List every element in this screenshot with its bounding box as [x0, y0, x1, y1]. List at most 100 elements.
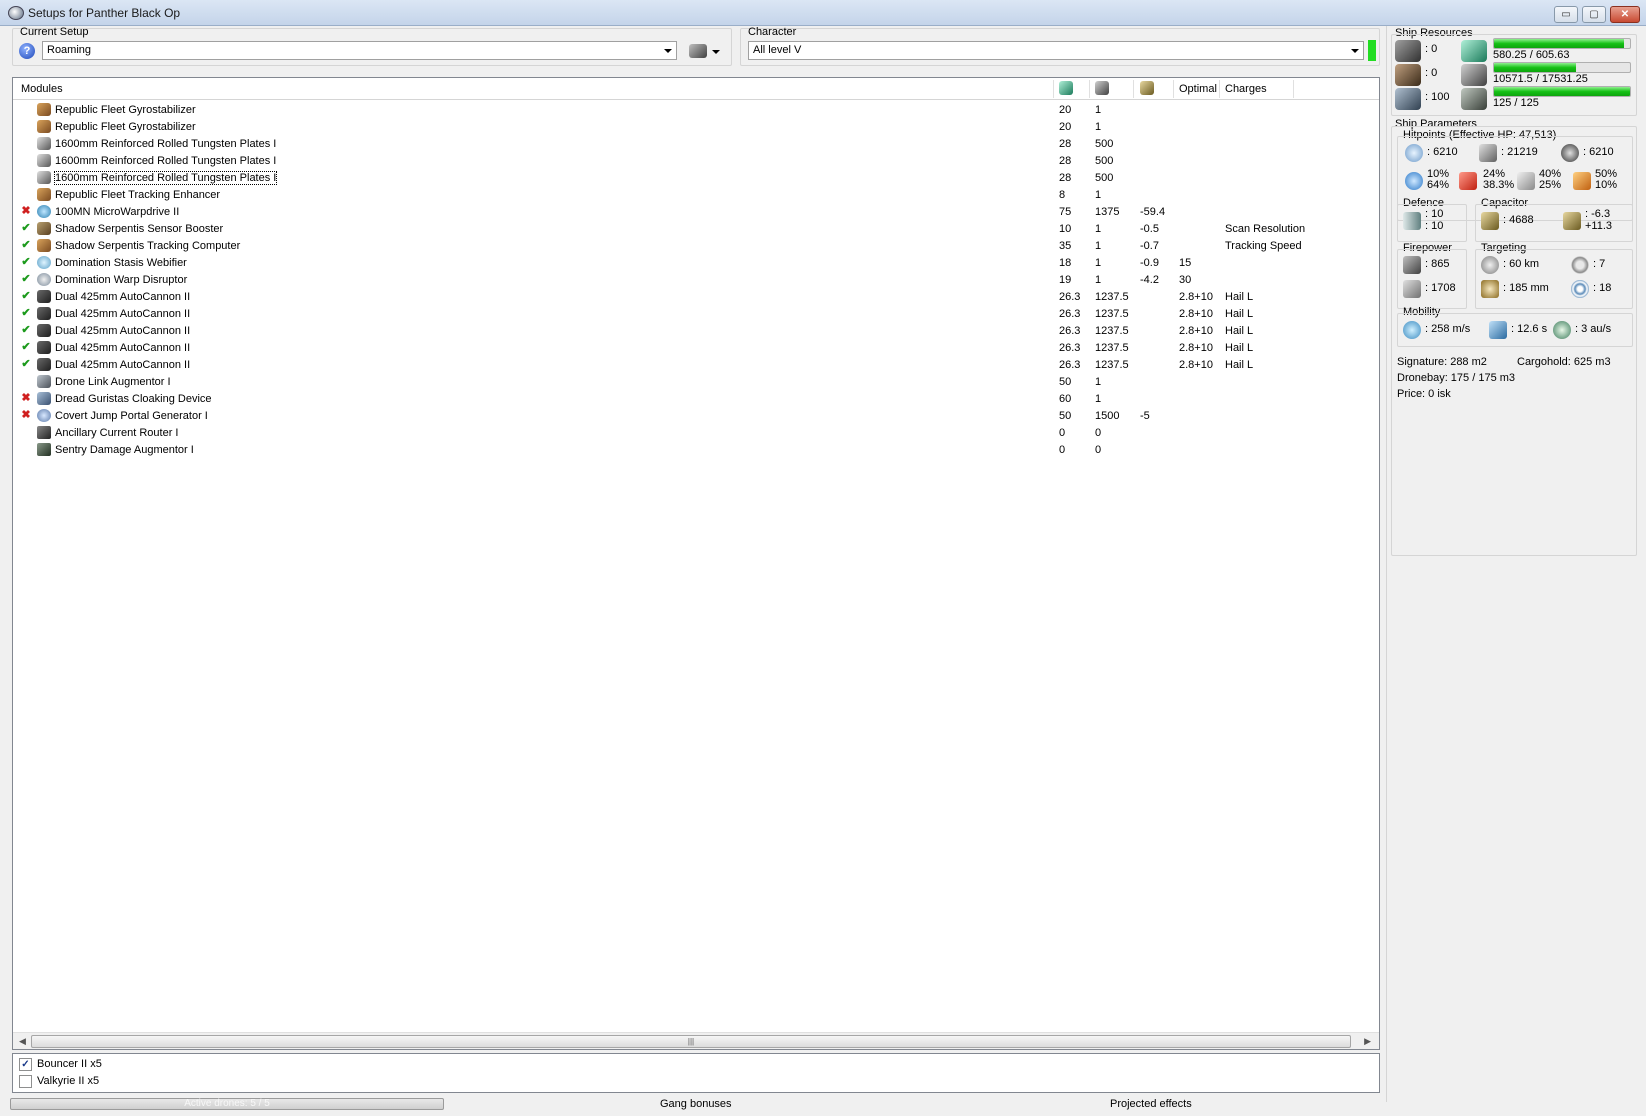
title-bar: Setups for Panther Black Op ▭ ▢ ✕	[0, 0, 1646, 26]
table-row[interactable]: ✔ Shadow Serpentis Tracking Computer 35 1 -0…	[13, 238, 1315, 254]
defence-a: : 10	[1425, 208, 1444, 220]
module-capacitor: -59.4	[1140, 206, 1166, 218]
sensor-strength-value: : 18	[1593, 282, 1612, 294]
mwd-module-icon	[37, 205, 51, 218]
table-row[interactable]: Ancillary Current Router I 0 0	[13, 425, 1315, 441]
gyro-module-icon	[37, 188, 51, 201]
table-row[interactable]: Republic Fleet Gyrostabilizer 20 1	[13, 102, 1315, 118]
table-row[interactable]: Sentry Damage Augmentor I 0 0	[13, 442, 1315, 458]
table-row[interactable]: ✔ Domination Warp Disruptor 19 1 -4.2 30	[13, 272, 1315, 288]
header-charges[interactable]: Charges	[1225, 83, 1267, 95]
scroll-left-icon[interactable]: ◀	[19, 1036, 26, 1047]
module-cpu: 26.3	[1059, 308, 1081, 320]
status-slot	[21, 444, 31, 455]
cannon-module-icon	[37, 324, 51, 337]
ship-menu-chevron-icon[interactable]	[712, 50, 720, 54]
capacitor-column-icon[interactable]	[1140, 81, 1154, 95]
status-slot	[21, 427, 31, 438]
portal-module-icon	[37, 409, 51, 422]
table-row[interactable]: ✔ Dual 425mm AutoCannon II 26.3 1237.5 2.8+1…	[13, 323, 1315, 339]
close-button[interactable]: ✕	[1610, 6, 1640, 23]
active-check-icon: ✔	[21, 341, 31, 353]
module-cpu: 8	[1059, 189, 1066, 201]
cpu-column-icon[interactable]	[1059, 81, 1073, 95]
offline-x-icon: ✖	[21, 409, 31, 421]
armor-hp-value: : 21219	[1501, 146, 1538, 158]
scroll-right-icon[interactable]: ▶	[1364, 1036, 1371, 1047]
character-status-indicator	[1368, 40, 1376, 61]
module-powergrid: 500	[1095, 155, 1114, 167]
status-slot	[21, 376, 31, 387]
table-row[interactable]: Drone Link Augmentor I 50 1	[13, 374, 1315, 390]
cannon-module-icon	[37, 307, 51, 320]
hull-hp-icon	[1561, 144, 1579, 162]
powergrid-bar	[1493, 62, 1631, 73]
signature-value: Signature: 288 m2	[1397, 356, 1487, 368]
table-row[interactable]: 1600mm Reinforced Rolled Tungsten Plates…	[13, 153, 1315, 169]
module-name: Republic Fleet Gyrostabilizer	[55, 104, 196, 116]
table-row[interactable]: ✖ Covert Jump Portal Generator I 50 1500 -5	[13, 408, 1315, 424]
kinetic-resist-icon	[1517, 172, 1535, 190]
help-icon[interactable]: ?	[19, 43, 35, 59]
character-dropdown[interactable]: All level V	[748, 41, 1364, 60]
defence-icon	[1403, 212, 1421, 230]
table-row[interactable]: ✔ Domination Stasis Webifier 18 1 -0.9 15	[13, 255, 1315, 271]
projected-effects-link[interactable]: Projected effects	[1110, 1098, 1192, 1110]
table-row[interactable]: ✔ Shadow Serpentis Sensor Booster 10 1 -0.5 S…	[13, 221, 1315, 237]
module-capacitor: -0.7	[1140, 240, 1159, 252]
drone-checkbox-valkyrie[interactable]	[19, 1075, 32, 1088]
module-cpu: 26.3	[1059, 359, 1081, 371]
header-modules[interactable]: Modules	[21, 83, 63, 95]
firepower-volley-icon	[1403, 280, 1421, 298]
module-name: Dual 425mm AutoCannon II	[55, 325, 191, 337]
module-charges: Hail L	[1225, 359, 1254, 371]
shield-hp-value: : 6210	[1427, 146, 1458, 158]
module-name: 1600mm Reinforced Rolled Tungsten Plates…	[53, 171, 278, 185]
module-powergrid: 1237.5	[1095, 308, 1129, 320]
module-powergrid: 1	[1095, 121, 1102, 133]
drone-checkbox-bouncer[interactable]: ✓	[19, 1058, 32, 1071]
active-drones-bar: Active drones: 5 / 5	[10, 1098, 444, 1110]
horizontal-scrollbar[interactable]: ◀ ||| ▶	[13, 1032, 1379, 1049]
table-row[interactable]: Republic Fleet Tracking Enhancer 8 1	[13, 187, 1315, 203]
gang-bonuses-link[interactable]: Gang bonuses	[660, 1098, 732, 1110]
cpu-bar	[1493, 38, 1631, 49]
maximize-button[interactable]: ▢	[1582, 6, 1606, 23]
table-row[interactable]: 1600mm Reinforced Rolled Tungsten Plates…	[13, 136, 1315, 152]
drone-bandwidth-bar	[1493, 86, 1631, 97]
table-row[interactable]: 1600mm Reinforced Rolled Tungsten Plates…	[13, 170, 1315, 186]
table-row[interactable]: ✖ 100MN MicroWarpdrive II 75 1375 -59.4	[13, 204, 1315, 220]
module-name: Domination Warp Disruptor	[55, 274, 188, 286]
table-row[interactable]: ✔ Dual 425mm AutoCannon II 26.3 1237.5 2.8+1…	[13, 340, 1315, 356]
module-cpu: 19	[1059, 274, 1072, 286]
max-targets-value: : 7	[1593, 258, 1606, 270]
align-time-value: : 12.6 s	[1511, 323, 1548, 335]
module-powergrid: 1375	[1095, 206, 1120, 218]
module-name: Covert Jump Portal Generator I	[55, 410, 208, 422]
table-row[interactable]: ✔ Dual 425mm AutoCannon II 26.3 1237.5 2.8+1…	[13, 289, 1315, 305]
table-row[interactable]: ✔ Dual 425mm AutoCannon II 26.3 1237.5 2.8+1…	[13, 357, 1315, 373]
module-optimal: 30	[1179, 274, 1192, 286]
setup-dropdown[interactable]: Roaming	[42, 41, 677, 60]
ship-menu-icon[interactable]	[689, 44, 707, 58]
table-row[interactable]: Republic Fleet Gyrostabilizer 20 1	[13, 119, 1315, 135]
table-row[interactable]: ✔ Dual 425mm AutoCannon II 26.3 1237.5 2.8+1…	[13, 306, 1315, 322]
gyro-module-icon	[37, 120, 51, 133]
module-cpu: 18	[1059, 257, 1072, 269]
side-panel: Ship Resources : 0 : 0 : 100 580.25 / 60…	[1386, 26, 1642, 1102]
scrollbar-thumb[interactable]: |||	[31, 1035, 1351, 1048]
turret-hardpoints-value: : 0	[1425, 43, 1438, 55]
module-cpu: 10	[1059, 223, 1072, 235]
module-powergrid: 1237.5	[1095, 325, 1129, 337]
dronebay-value: Dronebay: 175 / 175 m3	[1397, 372, 1516, 384]
drone-bandwidth-value: 125 / 125	[1493, 97, 1539, 109]
setup-dropdown-value: Roaming	[47, 44, 92, 56]
header-optimal[interactable]: Optimal	[1179, 83, 1217, 95]
armor-hp-icon	[1479, 144, 1497, 162]
table-row[interactable]: ✖ Dread Guristas Cloaking Device 60 1	[13, 391, 1315, 407]
minimize-button[interactable]: ▭	[1554, 6, 1578, 23]
powergrid-column-icon[interactable]	[1095, 81, 1109, 95]
targeting-range-icon	[1481, 256, 1499, 274]
shield-hp-icon	[1405, 144, 1423, 162]
module-charges: Tracking Speed	[1225, 240, 1302, 252]
